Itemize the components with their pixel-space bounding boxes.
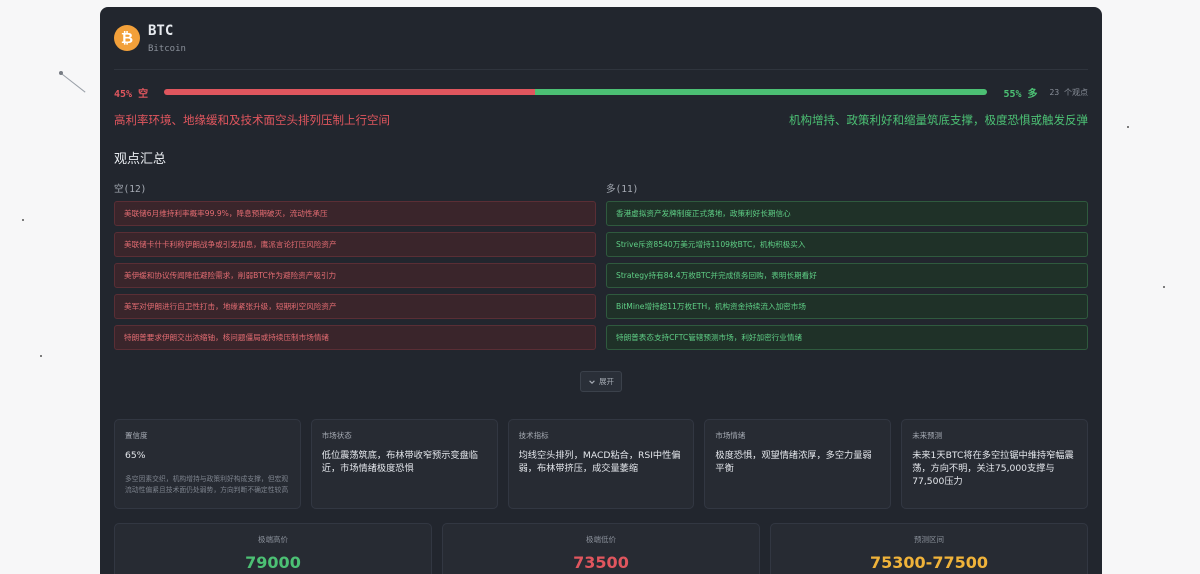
price-label: 预测区间 [914, 535, 944, 544]
asset-symbol: BTC [148, 22, 174, 39]
forecast-range-card: 预测区间 75300-77500 [770, 523, 1088, 574]
panel-label: 置信度 [125, 431, 148, 440]
forecast-panel: 未来预测 未来1天BTC将在多空拉锯中维持窄幅震荡，方向不明，关注75,000支… [901, 419, 1088, 509]
long-item[interactable]: BitMine增持超11万枚ETH，机构资金持续流入加密市场 [606, 294, 1088, 319]
panel-label: 未来预测 [912, 431, 943, 440]
expand-row: 展开 [114, 371, 1088, 392]
decorative-dot [40, 355, 42, 357]
panel-label: 市场情绪 [715, 431, 746, 440]
long-thesis: 机构增持、政策利好和缩量筑底支撑，极度恐惧或触发反弹 [789, 113, 1088, 127]
short-item[interactable]: 美联储卡什卡利称伊朗战争或引发加息，鹰派言论打压风险资产 [114, 232, 596, 257]
decorative-line [59, 72, 86, 93]
extreme-high-card: 极端高价 79000 [114, 523, 432, 574]
expand-label: 展开 [599, 377, 614, 386]
price-targets: 极端高价 79000 极端低价 73500 预测区间 75300-77500 [114, 523, 1088, 574]
long-column: 多(11) 香港虚拟资产发牌制度正式落地，政策利好长期信心 Strive斥资85… [606, 181, 1088, 356]
long-bar-segment [534, 89, 988, 95]
opinion-columns: 空(12) 美联储6月维持利率概率99.9%，降息预期破灭，流动性承压 美联储卡… [114, 181, 1088, 356]
chevron-down-icon [589, 379, 595, 384]
short-bar-segment [164, 89, 535, 95]
section-title: 观点汇总 [114, 152, 167, 167]
theses-row: 高利率环境、地缘缓和及技术面空头排列压制上行空间 机构增持、政策利好和缩量筑底支… [114, 112, 1088, 128]
panel-value: 低位震荡筑底，布林带收窄预示变盘临近，市场情绪极度恐惧 [321, 450, 478, 474]
long-percentage: 55% 多 [1003, 88, 1038, 100]
market-state-panel: 市场状态 低位震荡筑底，布林带收窄预示变盘临近，市场情绪极度恐惧 [310, 419, 498, 509]
sentiment-ratio: 45% 空 55% 多 23 个观点 [114, 70, 1088, 114]
short-item[interactable]: 美联储6月维持利率概率99.9%，降息预期破灭，流动性承压 [114, 201, 596, 226]
short-thesis: 高利率环境、地缘缓和及技术面空头排列压制上行空间 [114, 113, 390, 127]
short-percentage: 45% 空 [114, 88, 149, 100]
long-item[interactable]: Strive斥资8540万美元增持1109枚BTC，机构积极买入 [606, 232, 1088, 257]
extreme-low-card: 极端低价 73500 [442, 523, 760, 574]
short-item[interactable]: 美军对伊朗进行自卫性打击，地缘紧张升级，短期利空风险资产 [114, 294, 596, 319]
short-header: 空(12) [114, 184, 147, 195]
long-item[interactable]: 特朗普表态支持CFTC管辖预测市场，利好加密行业情绪 [606, 325, 1088, 350]
bitcoin-icon: ₿ [114, 25, 140, 51]
technical-panel: 技术指标 均线空头排列，MACD粘合，RSI中性偏弱，布林带挤压，成交量萎缩 [507, 419, 695, 509]
short-item[interactable]: 美伊缓和协议传闻降低避险需求，削弱BTC作为避险资产吸引力 [114, 263, 596, 288]
panel-value: 极度恐惧，观望情绪浓厚，多空力量弱平衡 [715, 450, 872, 474]
extreme-high-value: 79000 [245, 553, 301, 572]
sentiment-panel: 市场情绪 极度恐惧，观望情绪浓厚，多空力量弱平衡 [704, 419, 892, 509]
short-column: 空(12) 美联储6月维持利率概率99.9%，降息预期破灭，流动性承压 美联储卡… [114, 181, 596, 356]
long-header: 多(11) [606, 184, 639, 195]
confidence-value: 65% [125, 450, 146, 461]
decorative-dot [22, 219, 24, 221]
price-label: 极端低价 [586, 535, 616, 544]
forecast-range-value: 75300-77500 [870, 553, 988, 572]
asset-header: ₿ BTC Bitcoin [114, 7, 1088, 70]
panel-label: 市场状态 [321, 431, 352, 440]
long-item[interactable]: 香港虚拟资产发牌制度正式落地，政策利好长期信心 [606, 201, 1088, 226]
long-item[interactable]: Strategy持有84.4万枚BTC并完成债务回购，表明长期看好 [606, 263, 1088, 288]
extreme-low-value: 73500 [573, 553, 629, 572]
confidence-panel: 置信度 65% 多空因素交织，机构增持与政策利好构成支撑，但宏观流动性偏紧且技术… [114, 419, 301, 509]
confidence-note: 多空因素交织，机构增持与政策利好构成支撑，但宏观流动性偏紧且技术面仍处弱势，方向… [125, 475, 289, 494]
price-label: 极端高价 [258, 535, 288, 544]
expand-button[interactable]: 展开 [580, 371, 622, 392]
analysis-panels: 置信度 65% 多空因素交织，机构增持与政策利好构成支撑，但宏观流动性偏紧且技术… [114, 419, 1088, 509]
panel-value: 均线空头排列，MACD粘合，RSI中性偏弱，布林带挤压，成交量萎缩 [518, 450, 681, 474]
short-item[interactable]: 特朗普要求伊朗交出浓缩铀，核问题僵局或持续压制市场情绪 [114, 325, 596, 350]
analysis-card: ₿ BTC Bitcoin 45% 空 55% 多 23 个观点 高利率环境、地… [100, 7, 1102, 574]
sentiment-bar [164, 89, 988, 95]
asset-name: Bitcoin [148, 43, 186, 54]
decorative-dot [1163, 286, 1165, 288]
panel-value: 未来1天BTC将在多空拉锯中维持窄幅震荡，方向不明，关注75,000支撑与77,… [912, 450, 1074, 487]
decorative-dot [1127, 126, 1129, 128]
views-count: 23 个观点 [1049, 87, 1088, 97]
decorative-dot [59, 71, 63, 75]
panel-label: 技术指标 [518, 431, 549, 440]
